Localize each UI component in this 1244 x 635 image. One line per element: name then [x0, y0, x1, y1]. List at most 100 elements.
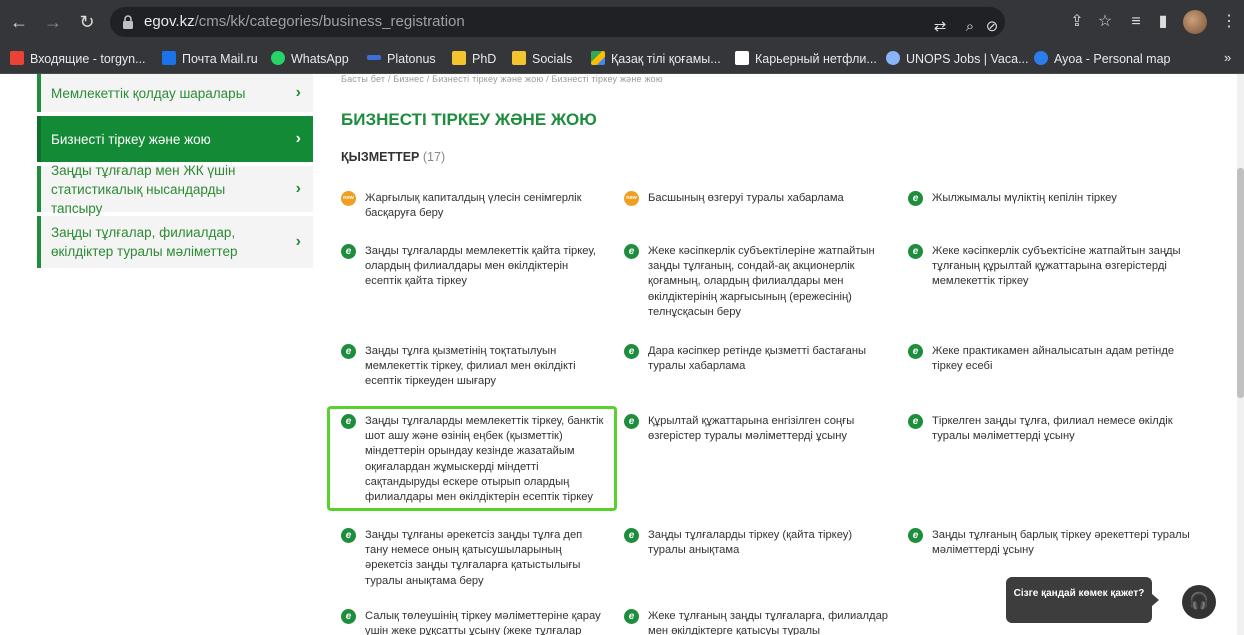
service-item[interactable]: e Дара кәсіпкер ретінде қызметті бастаған… [624, 344, 889, 374]
service-item[interactable]: e Заңды тұлғаны әрекетсіз заңды тұлға деп… [341, 528, 606, 589]
service-link[interactable]: Заңды тұлға қызметінің тоқтатылуын мемле… [365, 344, 606, 390]
bookmark-career[interactable]: Карьерный нетфли... [735, 50, 877, 68]
service-item[interactable]: e Жылжымалы мүліктің кепілін тіркеу [908, 191, 1193, 206]
service-link[interactable]: Жеке кәсіпкерлік субъектісіне жатпайтын … [932, 244, 1193, 290]
service-link[interactable]: Басшының өзгеруі туралы хабарлама [648, 191, 889, 206]
bookmark-mail-ru[interactable]: Почта Mail.ru [162, 50, 258, 68]
service-item[interactable]: e Салық төлеушінің тіркеу мәліметтеріне қ… [341, 609, 606, 635]
whatsapp-icon [271, 51, 285, 65]
service-link[interactable]: Заңды тұлғаларды тіркеу (қайта тіркеу) т… [648, 528, 889, 558]
service-link[interactable]: Заңды тұлғаның барлық тіркеу әрекеттері … [932, 528, 1193, 558]
service-item[interactable]: e Жеке практикамен айналысатын адам ретін… [908, 344, 1193, 374]
chevron-right-icon: › [295, 233, 301, 250]
sidebar-item-business-registration[interactable]: Бизнесті тіркеу және жою › [37, 116, 313, 162]
headset-icon[interactable]: 🎧 [1182, 585, 1216, 619]
service-item[interactable]: e Заңды тұлғаларды мемлекеттік қайта тірк… [341, 244, 606, 290]
service-link[interactable]: Жылжымалы мүліктің кепілін тіркеу [932, 191, 1193, 206]
sidebar-item-support-measures[interactable]: Мемлекеттік қолдау шаралары › [37, 74, 313, 112]
service-item[interactable]: e Жеке тұлғаның заңды тұлғаларға, филиалд… [624, 609, 889, 635]
bookmark-label: Входящие - torgyn... [30, 52, 146, 66]
service-item[interactable]: e Құрылтай құжаттарына енгізілген соңғы ө… [624, 414, 889, 444]
service-link[interactable]: Жеке кәсіпкерлік субъектілеріне жатпайты… [648, 244, 889, 320]
service-item[interactable]: e Жеке кәсіпкерлік субъектісіне жатпайтын… [908, 244, 1193, 290]
bookmark-label: Қазақ тілі қоғамы... [611, 52, 721, 66]
service-link[interactable]: Жарғылық капиталдың үлесін сенімгерлік б… [365, 191, 606, 221]
service-item[interactable]: e Заңды тұлға қызметінің тоқтатылуын мемл… [341, 344, 606, 390]
bookmark-label: Почта Mail.ru [182, 52, 258, 66]
services-heading: ҚЫЗМЕТТЕР (17) [341, 150, 445, 164]
services-count: (17) [422, 150, 446, 164]
egov-icon: e [908, 528, 923, 543]
egov-icon: e [341, 609, 356, 624]
chevron-right-icon: › [295, 84, 301, 101]
service-link[interactable]: Заңды тұлғаларды мемлекеттік тіркеу, бан… [365, 414, 606, 505]
bookmarks-more-icon[interactable]: » [1224, 50, 1231, 65]
chevron-right-icon: › [295, 130, 301, 147]
bookmark-gmail[interactable]: Входящие - torgyn... [10, 50, 146, 68]
profile-avatar[interactable] [1183, 10, 1207, 34]
address-bar[interactable]: egov.kz/cms/kk/categories/business_regis… [110, 7, 1005, 37]
url-text: egov.kz/cms/kk/categories/business_regis… [144, 13, 465, 30]
service-item[interactable]: new Жарғылық капиталдың үлесін сенімгерлі… [341, 191, 606, 221]
sidebar-item-label: Заңды тұлғалар мен ЖК үшін статистикалық… [51, 162, 236, 216]
services-label: ҚЫЗМЕТТЕР [341, 150, 420, 164]
service-link[interactable]: Дара кәсіпкер ретінде қызметті бастағаны… [648, 344, 889, 374]
service-link[interactable]: Салық төлеушінің тіркеу мәліметтеріне қа… [365, 609, 606, 635]
egov-icon: e [624, 344, 639, 359]
zoom-icon[interactable]: ⌕ [960, 17, 980, 37]
reload-icon[interactable]: ↻ [76, 11, 98, 33]
service-item[interactable]: new Басшының өзгеруі туралы хабарлама [624, 191, 889, 206]
bookmark-phd[interactable]: PhD [452, 50, 496, 68]
bookmark-ayoa[interactable]: Ayoa - Personal map [1034, 50, 1171, 68]
service-item[interactable]: e Тіркелген заңды тұлға, филиал немесе өк… [908, 414, 1193, 444]
sidebar-item-label: Заңды тұлғалар, филиалдар, өкілдіктер ту… [51, 225, 238, 259]
service-link[interactable]: Құрылтай құжаттарына енгізілген соңғы өз… [648, 414, 889, 444]
egov-icon: e [908, 414, 923, 429]
service-link[interactable]: Тіркелген заңды тұлға, филиал немесе өкі… [932, 414, 1193, 444]
service-link[interactable]: Заңды тұлғаны әрекетсіз заңды тұлға деп … [365, 528, 606, 589]
drive-icon [591, 51, 605, 65]
bookmark-label: Platonus [387, 52, 436, 66]
eye-off-icon[interactable]: ⊘ [982, 17, 1002, 37]
new-badge-icon: new [624, 191, 639, 206]
service-link[interactable]: Жеке тұлғаның заңды тұлғаларға, филиалда… [648, 609, 889, 635]
scrollbar-thumb[interactable] [1237, 168, 1244, 398]
platonus-icon [367, 55, 381, 60]
egov-icon: e [341, 528, 356, 543]
forward-icon[interactable]: → [42, 11, 64, 33]
lock-icon [123, 15, 133, 29]
share-icon[interactable]: ⇪ [1066, 11, 1088, 33]
sidebar-item-statistical-forms[interactable]: Заңды тұлғалар мен ЖК үшін статистикалық… [37, 163, 313, 216]
service-item[interactable]: e Заңды тұлғаларды тіркеу (қайта тіркеу) … [624, 528, 889, 558]
chevron-right-icon: › [295, 180, 301, 197]
sidebar-item-entity-info[interactable]: Заңды тұлғалар, филиалдар, өкілдіктер ту… [37, 216, 313, 268]
bookmark-label: PhD [472, 52, 497, 66]
service-item[interactable]: e Заңды тұлғаның барлық тіркеу әрекеттері… [908, 528, 1193, 558]
service-link[interactable]: Заңды тұлғаларды мемлекеттік қайта тірке… [365, 244, 606, 290]
translate-icon[interactable]: ⇄ [930, 17, 950, 37]
sidebar-item-label: Мемлекеттік қолдау шаралары [51, 85, 246, 101]
browser-toolbar: ← → ↻ egov.kz/cms/kk/categories/business… [0, 0, 1244, 44]
folder-icon [452, 51, 466, 65]
bookmark-socials[interactable]: Socials [512, 50, 572, 68]
menu-icon[interactable]: ⋮ [1218, 11, 1240, 33]
egov-icon: e [624, 244, 639, 259]
star-icon[interactable]: ☆ [1094, 11, 1116, 33]
service-link[interactable]: Жеке практикамен айналысатын адам ретінд… [932, 344, 1193, 374]
service-item[interactable]: e Жеке кәсіпкерлік субъектілеріне жатпайт… [624, 244, 889, 320]
reading-list-icon[interactable]: ≡ [1125, 11, 1147, 33]
egov-icon: e [624, 609, 639, 624]
bookmark-unops[interactable]: UNOPS Jobs | Vaca... [886, 50, 1029, 68]
career-icon [735, 51, 749, 65]
help-bubble[interactable]: Сізге қандай көмек қажет? [1006, 577, 1159, 623]
bookmark-label: WhatsApp [291, 52, 349, 66]
service-item[interactable]: e Заңды тұлғаларды мемлекеттік тіркеу, ба… [341, 414, 606, 505]
back-icon[interactable]: ← [8, 11, 30, 33]
sidebar-item-label: Бизнесті тіркеу және жою [51, 131, 211, 147]
bookmark-whatsapp[interactable]: WhatsApp [271, 50, 349, 68]
bookmark-platonus[interactable]: Platonus [367, 50, 436, 68]
breadcrumb[interactable]: Басты бет / Бизнес / Бизнесті тіркеу жән… [341, 74, 663, 84]
bookmark-kazakh-society[interactable]: Қазақ тілі қоғамы... [591, 50, 721, 68]
bookmarks-bar: Входящие - torgyn... Почта Mail.ru Whats… [0, 44, 1244, 74]
side-panel-icon[interactable]: ▮ [1152, 11, 1174, 33]
